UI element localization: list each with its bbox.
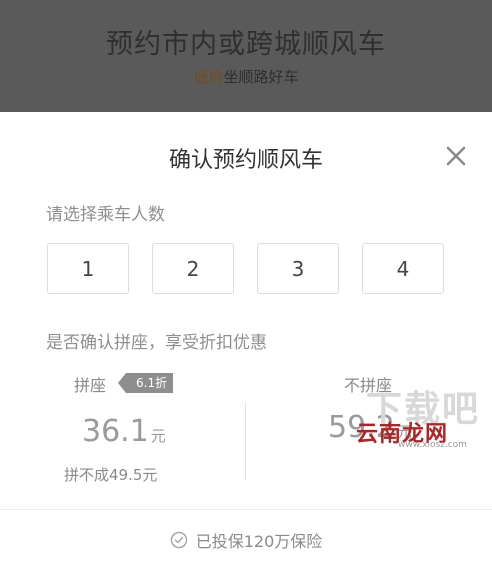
seat-option-2[interactable]: 2 xyxy=(152,243,234,294)
background-tagline: 低价坐顺路好车 xyxy=(0,66,492,87)
watermark-url: www.xlosz.com xyxy=(398,440,467,450)
close-icon xyxy=(446,146,466,166)
carpool-question: 是否确认拼座，享受折扣优惠 xyxy=(46,333,267,353)
option-divider xyxy=(245,402,246,480)
carpool-fallback-note: 拼不成49.5元 xyxy=(64,466,158,484)
carpool-option[interactable]: 拼座 6.1折 36.1 元 拼不成49.5元 xyxy=(46,368,236,488)
seat-option-3[interactable]: 3 xyxy=(257,243,339,294)
seat-option-4[interactable]: 4 xyxy=(362,243,444,294)
carpool-price-unit: 元 xyxy=(150,427,166,445)
carpool-price: 36.1 元 xyxy=(82,414,166,449)
insurance-info: 已投保120万保险 xyxy=(0,527,492,553)
close-button[interactable] xyxy=(440,140,472,172)
seat-option-1[interactable]: 1 xyxy=(47,243,129,294)
background-headline: 预约市内或跨城顺风车 xyxy=(106,29,386,60)
tagline-highlight: 低价 xyxy=(193,68,224,86)
shield-check-icon xyxy=(170,531,187,549)
carpool-price-value: 36.1 xyxy=(82,414,149,449)
footer-divider xyxy=(0,509,492,510)
seat-count-label: 请选择乘车人数 xyxy=(46,205,165,225)
insurance-text: 已投保120万保险 xyxy=(195,532,323,551)
sheet-title: 确认预约顺风车 xyxy=(168,148,323,173)
background-page: 预约市内或跨城顺风车 低价坐顺路好车 xyxy=(0,0,492,112)
discount-badge: 6.1折 xyxy=(117,373,174,393)
confirm-booking-sheet: 确认预约顺风车 请选择乘车人数 1 2 3 4 是否确认拼座，享受折扣优惠 拼座… xyxy=(0,112,492,565)
carpool-label: 拼座 xyxy=(74,376,107,395)
watermark: 下载吧 云南龙网 www.xlosz.com xyxy=(352,380,488,450)
tagline-rest: 坐顺路好车 xyxy=(223,68,299,86)
